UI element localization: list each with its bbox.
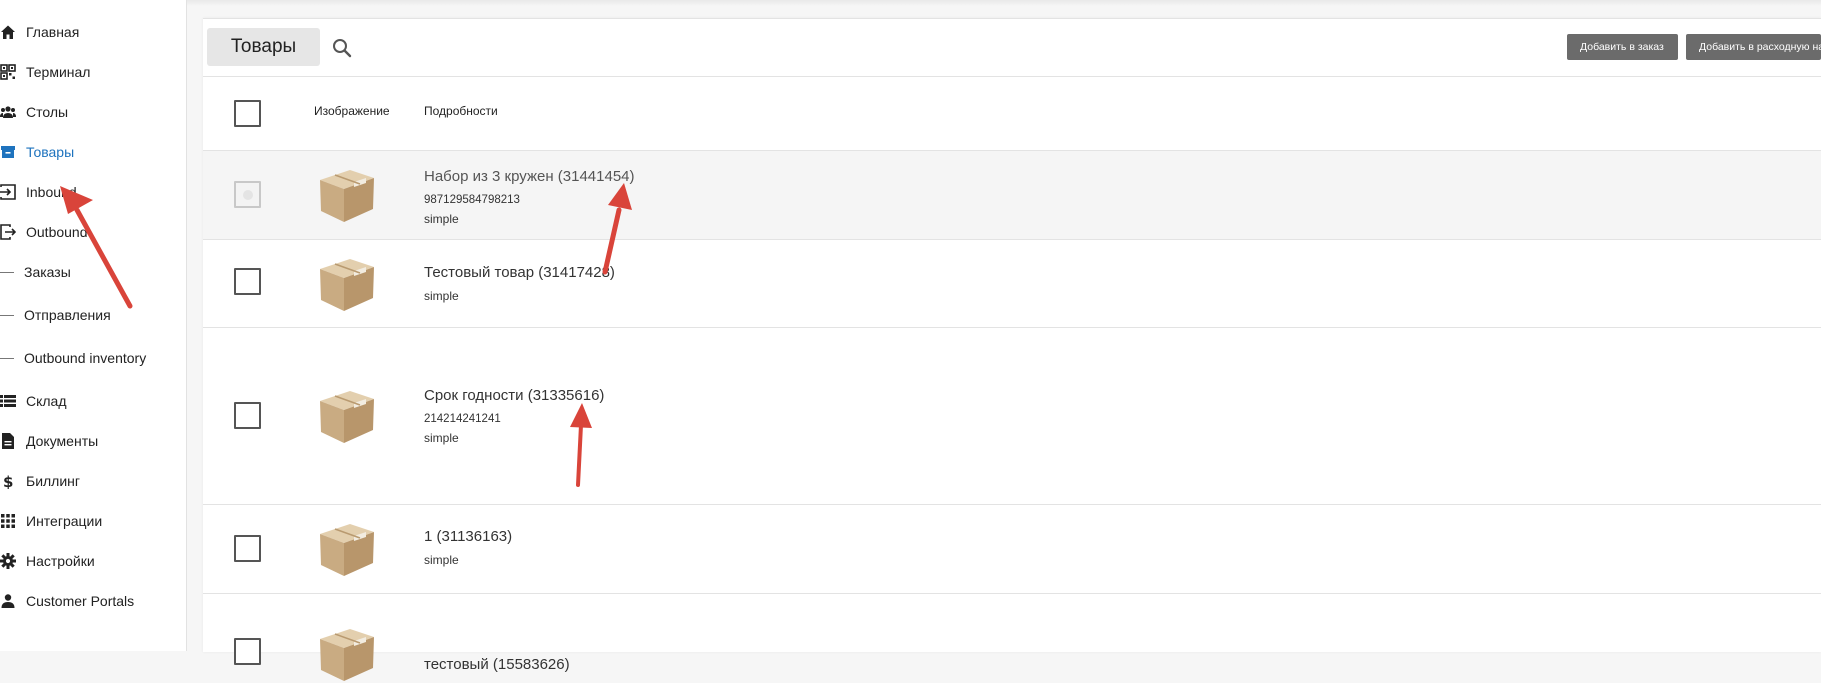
sidebar-subitem-outbound-inventory[interactable]: Outbound inventory [0,347,146,369]
product-type: simple [424,431,459,445]
sidebar-item-label: Outbound inventory [24,350,147,366]
home-icon [1,25,15,39]
sidebar-item-label: Биллинг [26,473,81,489]
sidebar-item-label: Настройки [26,553,95,569]
column-header-image: Изображение [314,104,390,118]
select-all-checkbox[interactable] [234,100,261,127]
sidebar-item-label: Заказы [24,264,71,280]
product-name-link[interactable]: Срок годности (31335616) [424,387,604,404]
sidebar-item-label: Товары [26,144,75,160]
login-arrow-icon [0,184,16,200]
product-box-image [320,629,374,681]
qr-code-icon [0,64,16,80]
product-box-image [320,391,374,443]
sidebar-item-label: Столы [26,104,69,120]
sidebar-item-inbound[interactable]: Inbound [0,181,77,203]
table-row[interactable]: тестовый (15583626) [203,594,1821,681]
product-type: simple [424,212,459,226]
logout-arrow-icon [0,224,16,240]
table-header: Изображение Подробности [203,76,1821,151]
dash-icon [0,314,14,316]
sidebar-item-label: Интеграции [26,513,103,529]
sidebar-item-terminal[interactable]: Терминал [0,61,90,83]
grid-apps-icon [1,514,15,528]
sidebar-subitem-orders[interactable]: Заказы [0,261,71,283]
sidebar-item-billing[interactable]: $ Биллинг [0,470,80,492]
sidebar-item-customer-portals[interactable]: Customer Portals [0,590,134,612]
sidebar-item-label: Customer Portals [26,593,135,609]
row-checkbox[interactable] [234,402,261,429]
sidebar-item-label: Склад [26,393,67,409]
dollar-icon: $ [3,473,13,489]
dash-icon [0,271,14,273]
document-icon [2,433,14,449]
table-row[interactable]: Набор из 3 кружен (31441454) 98712958479… [203,151,1821,240]
sidebar-item-home[interactable]: Главная [0,21,79,43]
sidebar-item-tables[interactable]: Столы [0,101,68,123]
product-name-link[interactable]: 1 (31136163) [424,528,512,545]
column-header-details: Подробности [424,104,498,118]
row-checkbox[interactable] [234,268,261,295]
products-panel: Товары Добавить в заказ Добавить в расхо… [203,18,1821,681]
product-type: simple [424,289,459,303]
sidebar-item-warehouse[interactable]: Склад [0,390,67,412]
sidebar-item-label: Отправления [24,307,111,323]
archive-box-icon [1,146,15,158]
product-name-link[interactable]: Тестовый товар (31417428) [424,264,615,281]
product-sku: 987129584798213 [424,194,520,206]
sidebar-item-documents[interactable]: Документы [0,430,98,452]
sidebar-item-settings[interactable]: Настройки [0,550,95,572]
product-type: simple [424,553,459,567]
product-sku: 214214241241 [424,413,501,425]
product-box-image [320,524,374,576]
table-row[interactable]: Тестовый товар (31417428) simple [203,240,1821,328]
panel-header: Товары Добавить в заказ Добавить в расхо… [203,19,1821,77]
svg-text:$: $ [3,473,13,489]
page-title: Товары [207,28,320,66]
sidebar-subitem-shipments[interactable]: Отправления [0,304,111,326]
product-name-link[interactable]: тестовый (15583626) [424,656,570,673]
sidebar: Главная Терминал Столы Товары Inbound Ou… [0,0,187,651]
table-row[interactable]: 1 (31136163) simple [203,505,1821,594]
product-box-image [320,170,374,222]
dash-icon [0,357,14,359]
list-icon [0,395,16,407]
add-to-order-button[interactable]: Добавить в заказ [1567,34,1678,60]
add-to-outbound-button[interactable]: Добавить в расходную на [1686,34,1821,60]
sidebar-item-label: Главная [26,24,80,40]
person-icon [1,594,15,608]
sidebar-item-label: Inbound [26,184,77,200]
row-checkbox[interactable] [234,181,261,208]
product-name-link[interactable]: Набор из 3 кружен (31441454) [424,168,635,185]
product-box-image [320,259,374,311]
sidebar-item-label: Outbound [26,224,88,240]
row-checkbox[interactable] [234,535,261,562]
sidebar-item-outbound[interactable]: Outbound [0,221,88,243]
people-icon [0,106,16,118]
sidebar-item-products[interactable]: Товары [0,141,74,163]
sidebar-item-integrations[interactable]: Интеграции [0,510,102,532]
gear-icon [0,553,16,569]
top-strip [0,0,1821,6]
row-checkbox[interactable] [234,638,261,665]
sidebar-item-label: Терминал [26,64,91,80]
table-row[interactable]: Срок годности (31335616) 214214241241 si… [203,328,1821,505]
sidebar-item-label: Документы [26,433,99,449]
search-icon[interactable] [331,37,353,59]
